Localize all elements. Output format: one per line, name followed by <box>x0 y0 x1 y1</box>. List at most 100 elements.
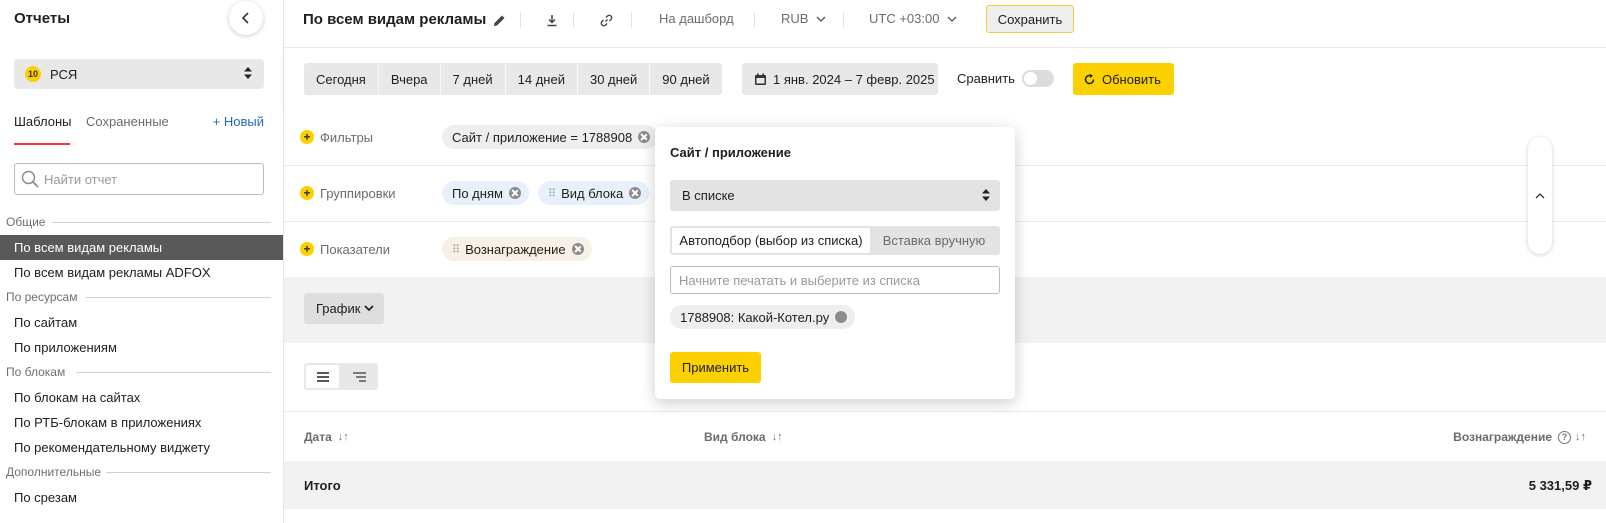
chevron-left-icon <box>241 12 249 24</box>
period-90d-button[interactable]: 90 дней <box>650 63 722 95</box>
column-header-block-type[interactable]: Вид блока ↓↑ <box>704 430 783 444</box>
currency-value: RUB <box>781 11 809 26</box>
flat-view-button[interactable] <box>306 365 339 388</box>
selected-site-chip[interactable]: 1788908: Какой-Котел.ру <box>670 305 856 329</box>
filters-label[interactable]: Фильтры <box>320 130 373 145</box>
product-badge-icon: 10 <box>25 66 41 82</box>
remove-chip-icon[interactable] <box>508 187 521 199</box>
report-toolbar: По всем видам рекламы На дашборд RUB UTC… <box>284 0 1606 48</box>
apply-button[interactable]: Применить <box>670 352 761 383</box>
site-search-placeholder: Начните печатать и выберите из списка <box>679 272 920 288</box>
product-select[interactable]: 10 РСЯ <box>14 59 264 89</box>
grouping-chip-label: По дням <box>452 185 503 201</box>
currency-select[interactable]: RUB <box>781 11 826 26</box>
report-item[interactable]: По сайтам <box>0 310 283 335</box>
add-filter-plus-icon[interactable]: + <box>300 130 314 144</box>
calendar-icon <box>755 73 766 85</box>
app: Отчеты 10 РСЯ Шаблоны Сохраненные + Новы… <box>0 0 1606 523</box>
metric-chip-label: Вознаграждение <box>465 241 566 257</box>
download-button[interactable] <box>544 12 560 28</box>
report-item[interactable]: По приложениям <box>0 335 283 360</box>
metrics-label[interactable]: Показатели <box>320 242 390 257</box>
grouping-chip[interactable]: По дням <box>442 181 529 205</box>
toolbar-divider <box>843 12 844 28</box>
group-divider <box>76 372 271 373</box>
toolbar-divider <box>631 12 632 28</box>
report-item[interactable]: По всем видам рекламы ADFOX <box>0 260 283 285</box>
sort-icon[interactable]: ↓↑ <box>338 431 349 443</box>
report-item[interactable]: По срезам <box>0 485 283 510</box>
period-yesterday-button[interactable]: Вчера <box>378 63 441 95</box>
period-7d-button[interactable]: 7 дней <box>440 63 506 95</box>
remove-chip-icon[interactable] <box>571 243 584 255</box>
chart-type-dropdown[interactable]: График <box>304 293 384 324</box>
popup-title: Сайт / приложение <box>670 145 791 160</box>
drag-handle-icon[interactable]: ⠿ <box>452 243 460 256</box>
search-icon <box>21 170 39 188</box>
toolbar-divider <box>573 12 574 28</box>
link-icon <box>600 14 612 26</box>
select-arrows-icon <box>982 189 990 201</box>
groupings-label[interactable]: Группировки <box>320 186 396 201</box>
tab-saved[interactable]: Сохраненные <box>86 114 169 129</box>
tab-manual-insert[interactable]: Вставка вручную <box>870 228 998 253</box>
report-item[interactable]: По РТБ-блокам в приложениях <box>0 410 283 435</box>
sidebar-tabs: Шаблоны Сохраненные + Новый <box>14 114 264 146</box>
add-grouping-plus-icon[interactable]: + <box>300 186 314 200</box>
timezone-select[interactable]: UTC +03:00 <box>869 11 957 26</box>
sort-icon[interactable]: ↓↑ <box>772 431 783 443</box>
product-select-label: РСЯ <box>50 66 78 82</box>
remove-chip-icon[interactable] <box>835 311 848 323</box>
drag-handle-icon[interactable]: ⠿ <box>548 187 556 200</box>
pencil-icon <box>493 15 504 26</box>
report-item[interactable]: По рекомендательному виджету <box>0 435 283 460</box>
column-block-label: Вид блока <box>704 430 766 444</box>
condition-select[interactable]: В списке <box>670 180 1000 211</box>
refresh-button[interactable]: Обновить <box>1073 63 1174 95</box>
filter-chip-label: Сайт / приложение = 1788908 <box>452 129 633 145</box>
chevron-up-icon <box>1535 193 1545 199</box>
help-icon[interactable]: ? <box>1558 430 1571 444</box>
new-report-link[interactable]: + Новый <box>213 114 264 129</box>
edit-title-button[interactable] <box>491 12 507 28</box>
add-to-dashboard-link[interactable]: На дашборд <box>659 11 734 26</box>
collapse-sidebar-button[interactable] <box>229 1 263 35</box>
toolbar-divider <box>754 12 755 28</box>
remove-chip-icon[interactable] <box>638 131 651 143</box>
copy-link-button[interactable] <box>598 12 614 28</box>
report-search-input[interactable]: Найти отчет <box>14 163 264 195</box>
period-30d-button[interactable]: 30 дней <box>577 63 651 95</box>
remove-chip-icon[interactable] <box>629 187 642 199</box>
sidebar: Отчеты 10 РСЯ Шаблоны Сохраненные + Новы… <box>0 0 284 523</box>
tree-view-button[interactable] <box>342 365 376 388</box>
period-buttons: Сегодня Вчера 7 дней 14 дней 30 дней 90 … <box>304 63 722 95</box>
period-bar: Сегодня Вчера 7 дней 14 дней 30 дней 90 … <box>284 48 1606 110</box>
column-header-date[interactable]: Дата ↓↑ <box>304 430 349 444</box>
save-button[interactable]: Сохранить <box>986 5 1074 33</box>
filter-chip[interactable]: Сайт / приложение = 1788908 <box>442 125 659 149</box>
metric-chip[interactable]: ⠿ Вознаграждение <box>442 237 592 261</box>
refresh-label: Обновить <box>1102 71 1161 87</box>
tab-autocomplete[interactable]: Автоподбор (выбор из списка) <box>672 228 870 253</box>
scroll-up-button[interactable] <box>1528 137 1552 254</box>
toggle-knob <box>1024 72 1037 85</box>
column-date-label: Дата <box>304 430 332 444</box>
grouping-chip[interactable]: ⠿ Вид блока <box>538 181 650 205</box>
date-range-picker[interactable]: 1 янв. 2024 – 7 февр. 2025 <box>742 63 938 95</box>
site-search-input[interactable]: Начните печатать и выберите из списка <box>670 266 1000 294</box>
tab-templates[interactable]: Шаблоны <box>14 114 72 129</box>
select-arrows-icon <box>244 67 252 79</box>
compare-toggle[interactable] <box>1022 70 1054 87</box>
chart-type-label: График <box>316 301 361 316</box>
report-item[interactable]: По всем видам рекламы <box>0 235 283 260</box>
column-header-reward[interactable]: Вознаграждение ? ↓↑ <box>1453 430 1586 444</box>
date-range-label: 1 янв. 2024 – 7 февр. 2025 <box>773 71 935 87</box>
period-14d-button[interactable]: 14 дней <box>505 63 578 95</box>
add-metric-plus-icon[interactable]: + <box>300 242 314 256</box>
table-total-row: Итого 5 331,59 ₽ <box>284 461 1606 509</box>
period-today-button[interactable]: Сегодня <box>304 63 379 95</box>
filter-popup: Сайт / приложение В списке Автоподбор (в… <box>655 127 1015 399</box>
sort-icon[interactable]: ↓↑ <box>1575 431 1586 443</box>
chevron-down-icon <box>364 305 375 312</box>
report-item[interactable]: По блокам на сайтах <box>0 385 283 410</box>
